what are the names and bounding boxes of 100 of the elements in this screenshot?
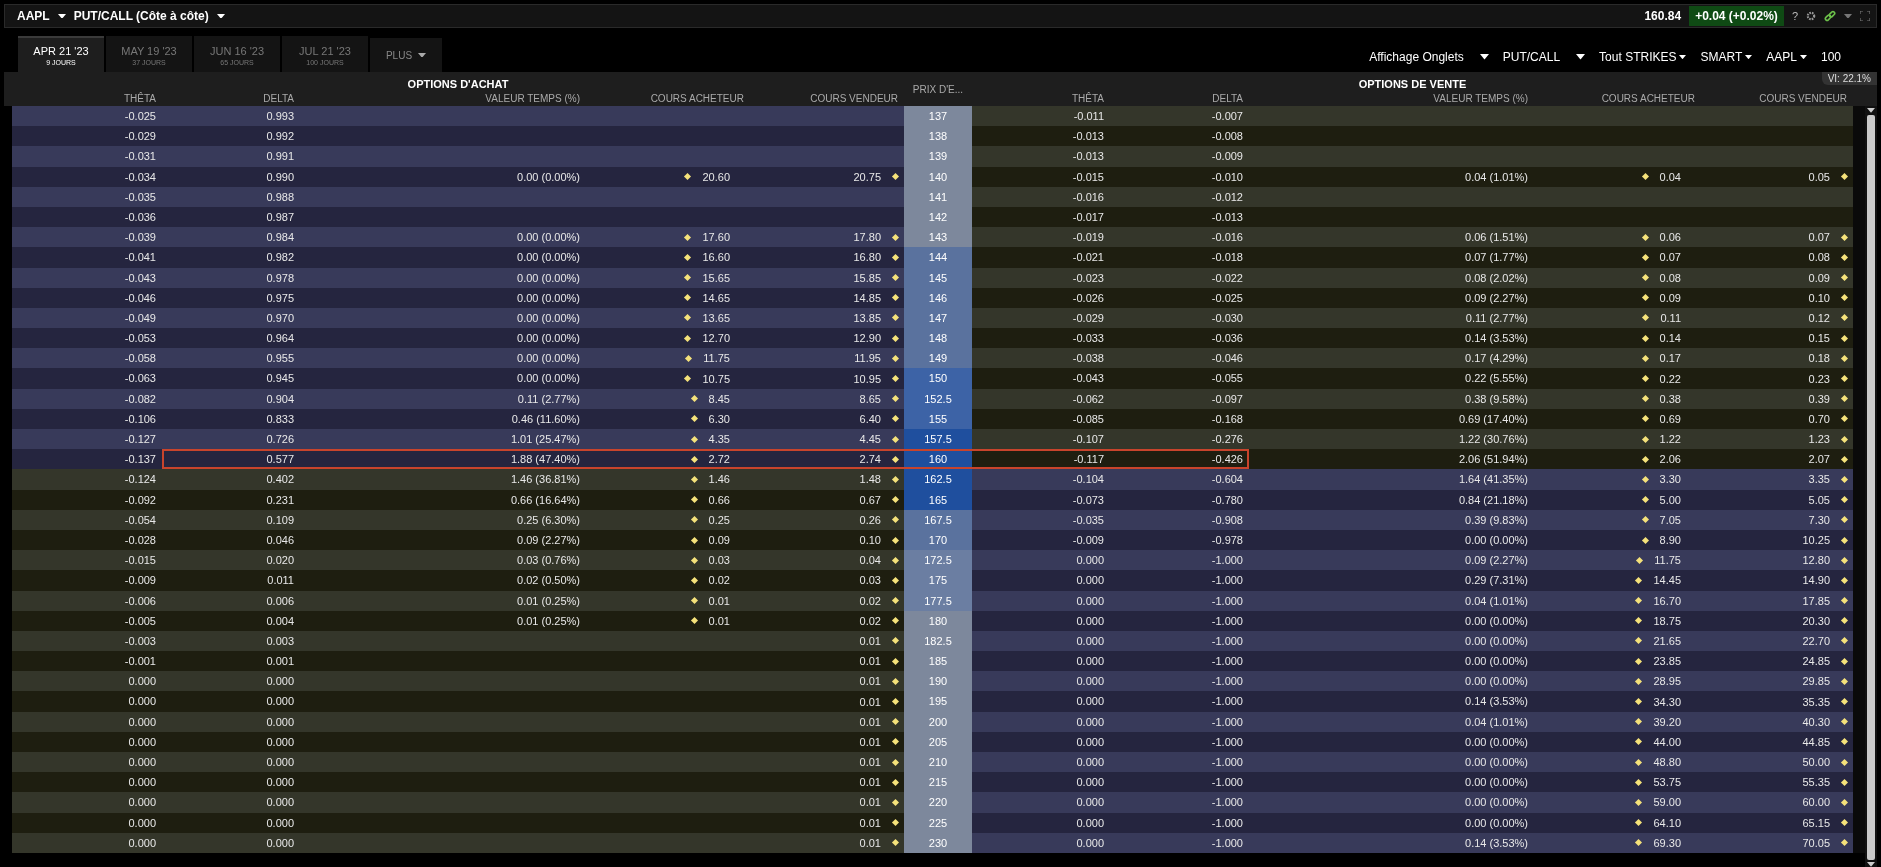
option-row[interactable]: -0.001 0.001 0.01 185 0.000 -1.000 0.00 (0.00%) 23.85 24.85 <box>12 651 1865 672</box>
option-row[interactable]: -0.082 0.904 0.11 (2.77%) 8.45 8.65 152.5 -0.062 -0.097 0.38 (9.58%) 0.38 0.39 <box>12 388 1865 409</box>
delta-cell-text: 0.006 <box>265 593 295 609</box>
option-row[interactable]: -0.092 0.231 0.66 (16.64%) 0.66 0.67 165 -0.073 -0.780 0.84 (21.18%) 5.00 5.05 <box>12 489 1865 510</box>
option-row[interactable]: 0.000 0.000 0.01 210 0.000 -1.000 0.00 (0.00%) 48.80 50.00 <box>12 752 1865 773</box>
toolbar-dropdown[interactable]: SMART <box>1700 50 1753 64</box>
delta-cell-text: -0.604 <box>1210 472 1244 488</box>
ask-cell: 0.67 <box>750 489 904 510</box>
help-button[interactable]: ? <box>1791 10 1798 22</box>
strike-cell: 172.5 <box>904 550 972 571</box>
strike-cell: 143 <box>904 227 972 248</box>
option-row[interactable]: -0.034 0.990 0.00 (0.00%) 20.60 20.75 140 -0.015 -0.010 0.04 (1.01%) 0.04 0.05 <box>12 166 1865 187</box>
toolbar-dropdown[interactable]: Affichage Onglets <box>1369 50 1489 64</box>
caret-icon <box>1679 54 1687 60</box>
option-row[interactable]: 0.000 0.000 0.01 195 0.000 -1.000 0.14 (3.53%) 34.30 35.35 <box>12 691 1865 712</box>
toolbar-dropdown[interactable]: AAPL <box>1766 50 1807 64</box>
delta-cell-text: 0.000 <box>265 795 295 811</box>
option-row[interactable]: -0.046 0.975 0.00 (0.00%) 14.65 14.85 146 -0.026 -0.025 0.09 (2.27%) 0.09 0.10 <box>12 287 1865 308</box>
theta-cell-text: -0.031 <box>123 149 157 165</box>
option-row[interactable]: -0.009 0.011 0.02 (0.50%) 0.02 0.03 175 0.000 -1.000 0.29 (7.31%) 14.45 14.90 <box>12 570 1865 591</box>
ask-cell: 0.09 <box>1701 267 1853 288</box>
delta-cell-text: 0.978 <box>265 270 295 286</box>
option-row[interactable]: -0.015 0.020 0.03 (0.76%) 0.03 0.04 172.5 0.000 -1.000 0.09 (2.27%) 11.75 12.80 <box>12 550 1865 571</box>
option-row[interactable]: 0.000 0.000 0.01 230 0.000 -1.000 0.14 (3.53%) 69.30 70.05 <box>12 832 1865 853</box>
strike-cell: 146 <box>904 287 972 308</box>
symbol-dropdown[interactable]: AAPL <box>17 9 50 23</box>
option-row[interactable]: -0.039 0.984 0.00 (0.00%) 17.60 17.80 143 -0.019 -0.016 0.06 (1.51%) 0.06 0.07 <box>12 227 1865 248</box>
option-row[interactable]: -0.106 0.833 0.46 (11.60%) 6.30 6.40 155 -0.085 -0.168 0.69 (17.40%) 0.69 0.70 <box>12 408 1865 429</box>
link-icon[interactable] <box>1824 10 1836 22</box>
option-row[interactable]: -0.124 0.402 1.46 (36.81%) 1.46 1.48 162.5 -0.104 -0.604 1.64 (41.35%) 3.30 3.35 <box>12 469 1865 490</box>
option-row[interactable]: 0.000 0.000 0.01 200 0.000 -1.000 0.04 (1.01%) 39.20 40.30 <box>12 711 1865 732</box>
delta-cell-text: -0.978 <box>1210 532 1244 548</box>
option-row[interactable]: 0.000 0.000 0.01 215 0.000 -1.000 0.00 (0.00%) 53.75 55.35 <box>12 772 1865 793</box>
option-row[interactable]: -0.053 0.964 0.00 (0.00%) 12.70 12.90 148 -0.033 -0.036 0.14 (3.53%) 0.14 0.15 <box>12 328 1865 349</box>
option-row[interactable]: -0.035 0.988 141 -0.016 -0.012 <box>12 186 1865 207</box>
expand-icon[interactable] <box>1860 11 1870 21</box>
toolbar-dropdown[interactable]: PUT/CALL <box>1502 50 1586 64</box>
theta-cell-text: -0.034 <box>123 169 157 185</box>
time-value-cell-text: 0.14 (3.53%) <box>1464 835 1529 851</box>
delta-cell-text: -1.000 <box>1210 755 1244 770</box>
delta-cell-text: 0.000 <box>265 674 295 690</box>
time-value-cell-text: 0.00 (0.00%) <box>1464 755 1529 770</box>
option-row[interactable]: -0.006 0.006 0.01 (0.25%) 0.01 0.02 177.5 0.000 -1.000 0.04 (1.01%) 16.70 17.85 <box>12 590 1865 611</box>
option-row[interactable]: 0.000 0.000 0.01 225 0.000 -1.000 0.00 (0.00%) 64.10 65.15 <box>12 812 1865 833</box>
bid-cell: 0.09 <box>586 529 750 551</box>
option-row[interactable]: -0.029 0.992 138 -0.013 -0.008 <box>12 126 1865 147</box>
option-row[interactable]: -0.005 0.004 0.01 (0.25%) 0.01 0.02 180 0.000 -1.000 0.00 (0.00%) 18.75 20.30 <box>12 610 1865 631</box>
time-value-cell-text: 0.00 (0.00%) <box>1464 633 1529 649</box>
time-value-cell-text: 0.00 (0.00%) <box>1464 532 1529 548</box>
option-row[interactable]: -0.028 0.046 0.09 (2.27%) 0.09 0.10 170 -0.009 -0.978 0.00 (0.00%) 8.90 10.25 <box>12 529 1865 551</box>
ask-cell: 0.01 <box>750 671 904 692</box>
option-row[interactable]: -0.137 0.577 1.88 (47.40%) 2.72 2.74 160 -0.117 -0.426 2.06 (51.94%) 2.06 2.07 <box>12 449 1865 470</box>
option-row[interactable]: -0.058 0.955 0.00 (0.00%) 11.75 11.95 149 -0.038 -0.046 0.17 (4.29%) 0.17 0.18 <box>12 348 1865 369</box>
ask-cell: 5.05 <box>1701 489 1853 510</box>
theta-cell-text: -0.017 <box>1071 209 1105 225</box>
time-value-cell-text: 0.09 (2.27%) <box>516 532 581 548</box>
ask-cell: 0.01 <box>750 651 904 672</box>
more-tab[interactable]: PLUS <box>370 38 442 72</box>
time-value-cell-text: 0.11 (2.77%) <box>1464 310 1529 326</box>
option-row[interactable]: -0.003 0.003 0.01 182.5 0.000 -1.000 0.00 (0.00%) 21.65 22.70 <box>12 630 1865 652</box>
quantity-value[interactable]: 100 <box>1820 50 1841 64</box>
strike-cell: 141 <box>904 186 972 207</box>
delta-cell-text: -1.000 <box>1210 815 1244 831</box>
delta-cell-text: -1.000 <box>1210 734 1244 750</box>
scrollbar-thumb[interactable] <box>1867 114 1875 861</box>
toolbar-dropdown[interactable]: Tout STRIKES <box>1599 50 1687 64</box>
strike-cell: 150 <box>904 368 972 389</box>
option-row[interactable]: -0.063 0.945 0.00 (0.00%) 10.75 10.95 150 -0.043 -0.055 0.22 (5.55%) 0.22 0.23 <box>12 368 1865 389</box>
option-row[interactable]: -0.043 0.978 0.00 (0.00%) 15.65 15.85 145 -0.023 -0.022 0.08 (2.02%) 0.08 0.09 <box>12 267 1865 288</box>
option-row[interactable]: -0.049 0.970 0.00 (0.00%) 13.65 13.85 147 -0.029 -0.030 0.11 (2.77%) 0.11 0.12 <box>12 307 1865 329</box>
option-row[interactable]: -0.127 0.726 1.01 (25.47%) 4.35 4.45 157.5 -0.107 -0.276 1.22 (30.76%) 1.22 1.23 <box>12 429 1865 450</box>
view-dropdown[interactable]: PUT/CALL (Côte à côte) <box>73 9 209 23</box>
option-row[interactable]: -0.054 0.109 0.25 (6.30%) 0.25 0.26 167.5 -0.035 -0.908 0.39 (9.83%) 7.05 7.30 <box>12 509 1865 530</box>
delta-cell-text: 0.000 <box>265 734 295 750</box>
option-row[interactable]: 0.000 0.000 0.01 205 0.000 -1.000 0.00 (0.00%) 44.00 44.85 <box>12 731 1865 752</box>
ask-cell: 12.90 <box>750 328 904 349</box>
strike-cell: 138 <box>904 126 972 147</box>
theta-cell-text: 0.000 <box>1075 775 1105 791</box>
option-row[interactable]: 0.000 0.000 0.01 220 0.000 -1.000 0.00 (0.00%) 59.00 60.00 <box>12 792 1865 813</box>
strike-cell: 180 <box>904 610 972 631</box>
settings-icon[interactable] <box>1806 11 1816 21</box>
option-row[interactable]: -0.036 0.987 142 -0.017 -0.013 <box>12 206 1865 228</box>
theta-cell-text: -0.015 <box>123 553 157 569</box>
theta-cell-text: -0.035 <box>1071 512 1105 528</box>
ask-cell: 10.95 <box>750 368 904 389</box>
column-header: VALEUR TEMPS (%) <box>1432 92 1529 104</box>
theta-cell-text: -0.006 <box>123 593 157 609</box>
theta-cell-text: -0.107 <box>1071 432 1105 447</box>
option-row[interactable]: -0.025 0.993 137 -0.011 -0.007 <box>12 106 1865 127</box>
ask-cell: 29.85 <box>1701 671 1853 692</box>
ask-cell: 17.85 <box>1701 590 1853 611</box>
option-row[interactable]: 0.000 0.000 0.01 190 0.000 -1.000 0.00 (0.00%) 28.95 29.85 <box>12 671 1865 692</box>
time-value-cell-text: 1.01 (25.47%) <box>509 432 581 447</box>
theta-cell-text: -0.073 <box>1071 492 1105 508</box>
delta-cell-text: -1.000 <box>1210 795 1244 811</box>
bid-cell: 23.85 <box>1534 651 1701 672</box>
delta-cell-text: 0.982 <box>265 250 295 266</box>
option-row[interactable]: -0.031 0.991 139 -0.013 -0.009 <box>12 146 1865 167</box>
strike-cell: 148 <box>904 328 972 349</box>
option-row[interactable]: -0.041 0.982 0.00 (0.00%) 16.60 16.80 144 -0.021 -0.018 0.07 (1.77%) 0.07 0.08 <box>12 247 1865 268</box>
